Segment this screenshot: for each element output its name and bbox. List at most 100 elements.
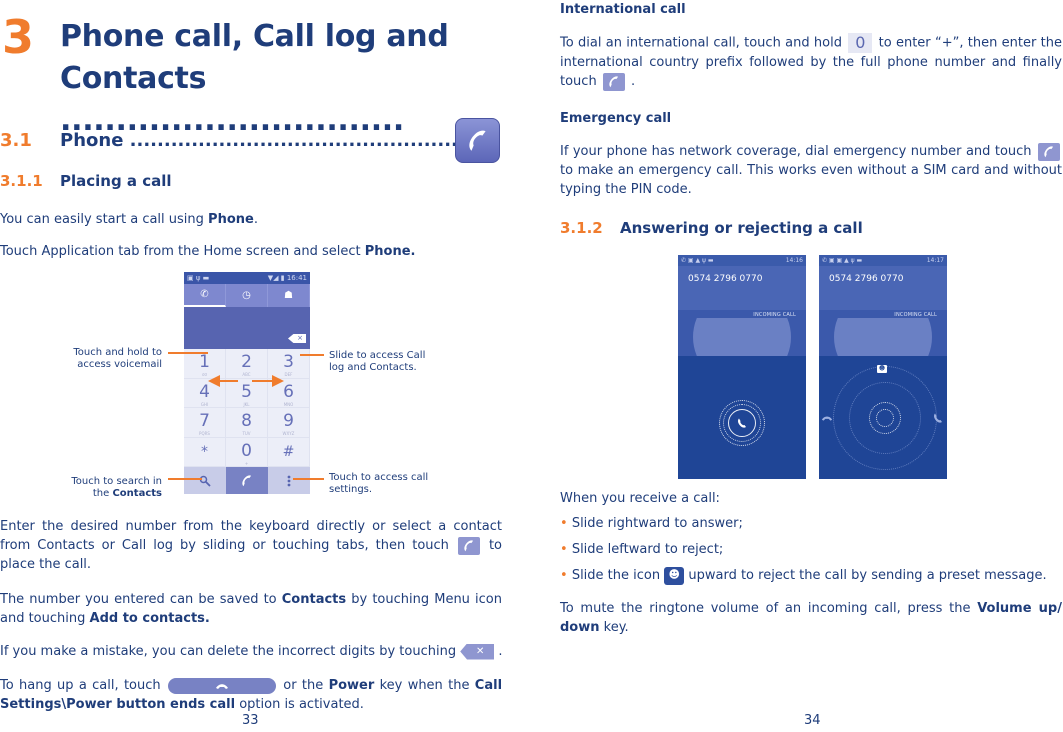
key-digit: 6: [283, 381, 294, 402]
caller-number: 0574 2796 0770: [829, 274, 904, 284]
chapter-title: Phone call, Call log and Contacts ......…: [60, 19, 449, 138]
status-bar: ✆ ▣ ▣ ▲ ψ ▬ 14:17: [819, 255, 947, 266]
status-time: 14:17: [926, 257, 944, 264]
page-number: 33: [242, 713, 259, 728]
tab-phone[interactable]: ✆: [184, 284, 226, 307]
avatar: [834, 318, 932, 356]
bold-text: Add to contacts.: [89, 611, 210, 626]
paragraph-international-call: To dial an international call, touch and…: [560, 33, 1062, 91]
key-7[interactable]: 7 PQRS: [184, 408, 226, 438]
chapter-number: 3: [2, 10, 35, 64]
left-page: 3 Phone call, Call log and Contacts ....…: [0, 0, 520, 732]
callout-slide: Slide to access Call log and Contacts.: [329, 350, 426, 373]
text: If you make a mistake, you can delete th…: [0, 644, 461, 659]
text: option is activated.: [235, 697, 364, 712]
status-bar: ✆ ▣ ▲ ψ ▬ 14:16: [678, 255, 806, 266]
bullet-reject: • Slide leftward to reject;: [560, 540, 723, 559]
bold-text: Phone: [208, 212, 254, 227]
text: .: [494, 644, 503, 659]
callout-search: Touch to search in the Contacts: [62, 476, 162, 500]
section-title: Answering or rejecting a call: [620, 219, 863, 237]
tab-call-log[interactable]: ◷: [226, 284, 268, 307]
text: .: [626, 74, 636, 89]
slide-arrows: [208, 375, 284, 387]
right-arrow-icon: [272, 375, 284, 387]
bold-text: Power: [328, 678, 375, 693]
page-number: 34: [804, 713, 821, 728]
heading-emergency-call: Emergency call: [560, 111, 672, 126]
delete-button[interactable]: ×: [288, 334, 306, 343]
key-0[interactable]: 0 +: [226, 437, 268, 467]
paragraph-save-contact: The number you entered can be saved to C…: [0, 590, 502, 628]
bullet-icon: •: [560, 568, 572, 583]
call-button-icon: [1038, 142, 1060, 161]
key-star[interactable]: *: [184, 437, 226, 467]
paragraph-select-phone: Touch Application tab from the Home scre…: [0, 242, 500, 261]
bullet-icon: •: [560, 542, 572, 557]
bullet-message: • Slide the icon ☻ upward to reject the …: [560, 566, 1063, 585]
key-digit: 9: [283, 411, 294, 431]
caller-photo-area: [678, 318, 806, 356]
search-icon: [199, 475, 211, 487]
status-icons: ✆ ▣ ▣ ▲ ψ ▬: [822, 257, 863, 264]
tab-contacts[interactable]: ☗: [268, 284, 310, 307]
menu-button[interactable]: [268, 467, 310, 494]
status-icons: ✆ ▣ ▲ ψ ▬: [681, 257, 714, 264]
answer-area: ☻: [819, 356, 947, 479]
paragraph-emergency-call: If your phone has network coverage, dial…: [560, 142, 1062, 199]
key-8[interactable]: 8 TUV: [226, 408, 268, 438]
dialer-action-bar: [184, 467, 310, 494]
status-bar: ▣ ψ ▬ ▼◢ ▮ 16:41: [184, 272, 310, 284]
caller-header: 0574 2796 0770 INCOMING CALL: [819, 266, 947, 318]
key-digit: 1: [199, 352, 210, 372]
text: Enter the desired number from the keyboa…: [0, 519, 502, 553]
center-ring: [876, 409, 894, 427]
hang-up-icon[interactable]: [821, 414, 833, 422]
section-number: 3.1.2: [560, 219, 603, 237]
clock-icon: ◷: [242, 290, 251, 301]
delete-icon: ✕: [460, 643, 495, 660]
keypad: 1 σσ 2 ABC 3 DEF 4 GHI 5 JKL 6 MNO 7 PQRS 8 TUV …: [184, 349, 310, 467]
hang-up-button-icon: [167, 677, 276, 694]
contact-icon: ☗: [284, 290, 293, 301]
key-letters: MNO: [283, 401, 294, 407]
caller-number: 0574 2796 0770: [688, 274, 763, 284]
section-number: 3.1.1: [0, 172, 43, 190]
key-digit: 2: [241, 352, 252, 372]
text: You can easily start a call using: [0, 212, 209, 227]
text: Slide rightward to answer;: [571, 516, 743, 531]
text: If your phone has network coverage, dial…: [560, 144, 1036, 159]
number-display: ×: [184, 307, 310, 349]
key-9[interactable]: 9 WXYZ: [268, 408, 310, 438]
text: The number you entered can be saved to: [0, 592, 282, 607]
section-title: Placing a call: [60, 172, 172, 190]
answer-phone-icon[interactable]: [932, 412, 944, 424]
paragraph-mute: To mute the ringtone volume of an incomi…: [560, 599, 1062, 637]
caller-header: 0574 2796 0770 INCOMING CALL: [678, 266, 806, 318]
paragraph-hang-up: To hang up a call, touch or the Power ke…: [0, 676, 502, 714]
key-digit: *: [201, 443, 208, 460]
text: or the: [277, 678, 329, 693]
key-hash[interactable]: #: [268, 437, 310, 467]
signal-icons: ▼◢ ▮: [267, 274, 285, 282]
text: key.: [599, 620, 629, 635]
status-time: 16:41: [286, 274, 307, 282]
phone-app-icon: [455, 118, 500, 163]
text: key when the: [374, 678, 475, 693]
call-button-icon: [602, 72, 625, 91]
call-button-icon: [457, 536, 480, 555]
right-page: International call To dial an internatio…: [560, 0, 1063, 732]
key-digit: 0: [241, 440, 252, 461]
text: To hang up a call, touch: [0, 678, 166, 693]
answer-area: [678, 356, 806, 479]
status-right: ▼◢ ▮ 16:41: [268, 272, 307, 284]
caller-photo-area: [819, 318, 947, 356]
key-letters: GHI: [200, 401, 209, 407]
callout-voicemail: Touch and hold to access voicemail: [73, 347, 162, 370]
message-icon[interactable]: ☻: [877, 365, 887, 373]
key-letters: WXYZ: [282, 431, 295, 436]
call-button[interactable]: [226, 467, 268, 494]
incoming-call-screenshot-answer: ✆ ▣ ▲ ψ ▬ 14:16 0574 2796 0770 INCOMING C…: [678, 255, 806, 479]
text: Slide the icon: [571, 568, 665, 583]
search-button[interactable]: [184, 467, 226, 494]
